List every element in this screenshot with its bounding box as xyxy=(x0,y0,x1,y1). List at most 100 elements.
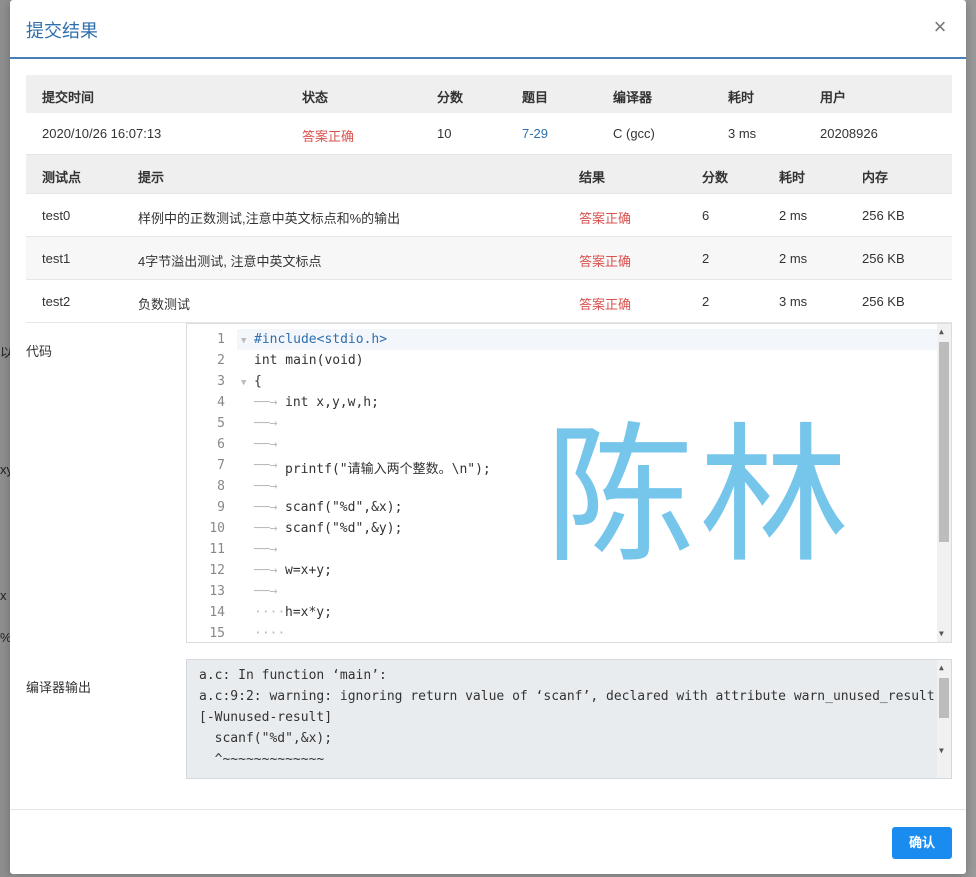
test-result: 答案正确 xyxy=(579,254,632,269)
scroll-up-icon[interactable]: ▲ xyxy=(939,663,944,672)
scroll-down-icon[interactable]: ▼ xyxy=(939,629,944,638)
tab-indent-icon: ──→ xyxy=(254,584,278,599)
compiler-output-label: 编译器输出 xyxy=(26,680,92,695)
run-duration: 3 ms xyxy=(728,126,757,141)
dialog-footer xyxy=(10,809,966,874)
output-line: scanf("%d",&x); xyxy=(199,731,333,746)
test-score: 6 xyxy=(702,208,710,223)
code-line: w=x+y; xyxy=(285,563,332,578)
output-line: a.c:9:2: warning: ignoring return value … xyxy=(199,689,935,704)
scroll-down-icon[interactable]: ▼ xyxy=(939,746,944,755)
line-number: 7 xyxy=(217,458,225,473)
line-number: 5 xyxy=(217,416,225,431)
code-line: scanf("%d",&x); xyxy=(285,500,403,515)
compiler-output-box[interactable]: a.c: In function ‘main’: a.c:9:2: warnin… xyxy=(186,659,952,779)
test-id: test1 xyxy=(42,251,71,266)
line-number: 8 xyxy=(217,479,225,494)
code-line: h=x*y; xyxy=(285,605,332,620)
line-number: 12 xyxy=(209,563,225,578)
scrollbar-thumb[interactable] xyxy=(939,342,949,542)
tab-indent-icon: ──→ xyxy=(254,521,278,536)
compiler-name: C (gcc) xyxy=(613,126,655,141)
summary-table: 提交时间 状态 分数 题目 编译器 耗时 用户 2020/10/26 16:07… xyxy=(26,75,952,155)
line-number: 1 xyxy=(217,332,225,347)
test-memory: 256 KB xyxy=(862,294,905,309)
testcase-table: 测试点 提示 结果 分数 耗时 内存 test0 样例中的正数测试,注意中英文标… xyxy=(26,155,952,323)
summary-row: 2020/10/26 16:07:13 答案正确 10 7-29 C (gcc)… xyxy=(26,113,952,155)
close-icon[interactable]: × xyxy=(928,14,952,40)
table-row: test2 负数测试 答案正确 2 3 ms 256 KB xyxy=(26,280,952,323)
header-test-point: 测试点 xyxy=(42,170,82,185)
fold-toggle-icon[interactable]: ▼ xyxy=(241,378,246,388)
test-result: 答案正确 xyxy=(579,297,632,312)
header-problem: 题目 xyxy=(522,90,549,105)
tab-indent-icon: ──→ xyxy=(254,542,278,557)
scrollbar-thumb[interactable] xyxy=(939,678,949,718)
status-badge: 答案正确 xyxy=(302,129,355,144)
header-status: 状态 xyxy=(302,90,329,105)
tab-indent-icon: ──→ xyxy=(254,458,278,473)
test-hint: 4字节溢出测试, 注意中英文标点 xyxy=(138,254,322,269)
line-number: 14 xyxy=(209,605,225,620)
space-indent-icon: ···· xyxy=(254,605,286,620)
summary-header-row: 提交时间 状态 分数 题目 编译器 耗时 用户 xyxy=(26,75,952,113)
user-id: 20208926 xyxy=(820,126,878,141)
background-text-fragment: x xyxy=(0,588,7,603)
dialog-title: 提交结果 xyxy=(26,21,98,41)
output-scrollbar[interactable]: ▲ ▼ xyxy=(937,660,951,778)
tab-indent-icon: ──→ xyxy=(254,500,278,515)
header-memory: 内存 xyxy=(862,170,889,185)
code-line: int x,y,w,h; xyxy=(285,395,379,410)
code-line: { xyxy=(254,374,262,389)
line-number: 2 xyxy=(217,353,225,368)
table-row: test1 4字节溢出测试, 注意中英文标点 答案正确 2 2 ms 256 K… xyxy=(26,237,952,280)
code-line: int main(void) xyxy=(254,353,364,368)
output-line: a.c: In function ‘main’: xyxy=(199,668,387,683)
output-line: [-Wunused-result] xyxy=(199,710,333,725)
test-hint: 样例中的正数测试,注意中英文标点和%的输出 xyxy=(138,211,401,226)
submission-result-dialog: 提交结果 × 提交时间 状态 分数 题目 编译器 耗时 用户 2020/10/2… xyxy=(10,0,966,874)
test-time: 3 ms xyxy=(779,294,808,309)
table-row: test0 样例中的正数测试,注意中英文标点和%的输出 答案正确 6 2 ms … xyxy=(26,194,952,237)
line-number: 11 xyxy=(209,542,225,557)
confirm-button[interactable]: 确认 xyxy=(892,827,952,859)
test-memory: 256 KB xyxy=(862,251,905,266)
tab-indent-icon: ──→ xyxy=(254,395,278,410)
tab-indent-icon: ──→ xyxy=(254,479,278,494)
header-result: 结果 xyxy=(579,170,606,185)
output-line: ^~~~~~~~~~~~~~ xyxy=(199,752,325,767)
watermark-text: 陈林 xyxy=(545,410,854,584)
code-scrollbar[interactable]: ▲ ▼ xyxy=(937,324,951,642)
header-compiler: 编译器 xyxy=(613,90,653,105)
dialog-header: 提交结果 × xyxy=(10,0,966,59)
line-number-gutter: 1 2 3 4 5 6 7 8 9 10 11 12 13 14 15 xyxy=(187,324,237,642)
space-indent-icon: ···· xyxy=(254,626,286,641)
header-submit-time: 提交时间 xyxy=(42,90,95,105)
test-time: 2 ms xyxy=(779,251,808,266)
problem-link[interactable]: 7-29 xyxy=(522,126,548,141)
tab-indent-icon: ──→ xyxy=(254,437,278,452)
header-time: 耗时 xyxy=(779,170,806,185)
header-hint: 提示 xyxy=(138,170,165,185)
total-score: 10 xyxy=(437,126,452,141)
line-number: 9 xyxy=(217,500,225,515)
code-line: #include<stdio.h> xyxy=(254,332,388,347)
line-number: 4 xyxy=(217,395,225,410)
submit-time: 2020/10/26 16:07:13 xyxy=(42,126,162,141)
header-user: 用户 xyxy=(820,90,847,105)
fold-toggle-icon[interactable]: ▼ xyxy=(241,336,246,346)
test-id: test0 xyxy=(42,208,71,223)
code-line: scanf("%d",&y); xyxy=(285,521,403,536)
tab-indent-icon: ──→ xyxy=(254,416,278,431)
scroll-up-icon[interactable]: ▲ xyxy=(939,327,944,336)
testcase-header-row: 测试点 提示 结果 分数 耗时 内存 xyxy=(26,155,952,194)
header-duration: 耗时 xyxy=(728,90,755,105)
test-score: 2 xyxy=(702,251,710,266)
line-number: 13 xyxy=(209,584,225,599)
test-result: 答案正确 xyxy=(579,211,632,226)
line-number: 3 xyxy=(217,374,225,389)
line-number: 15 xyxy=(209,626,225,641)
code-label: 代码 xyxy=(26,344,53,359)
code-line: printf("请输入两个整数。\n"); xyxy=(285,462,491,477)
header-score: 分数 xyxy=(702,170,729,185)
